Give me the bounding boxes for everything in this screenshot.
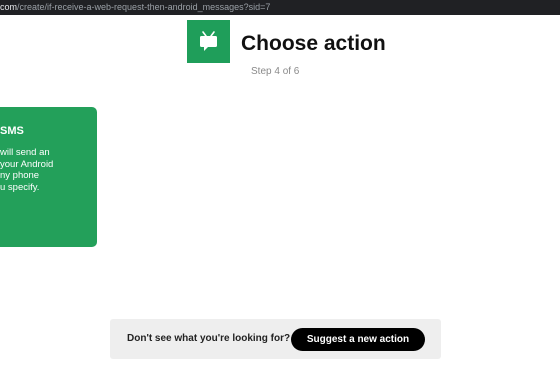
android-sms-icon [187, 20, 230, 63]
suggest-new-action-button[interactable]: Suggest a new action [291, 328, 425, 351]
card-description-line: will send an [0, 147, 50, 158]
page: com/create/if-receive-a-web-request-then… [0, 0, 560, 373]
url-path: /create/if-receive-a-web-request-then-an… [17, 2, 271, 12]
tv-message-glyph [200, 31, 217, 51]
card-description-line: your Android [0, 158, 54, 170]
action-card-sms[interactable]: SMS will send an your Android ny phone u… [0, 107, 97, 247]
url-text[interactable]: com/create/if-receive-a-web-request-then… [0, 1, 270, 13]
card-title: SMS [0, 125, 24, 137]
suggest-prompt: Don't see what you're looking for? [127, 333, 291, 344]
url-host: com [0, 2, 18, 12]
step-indicator: Step 4 of 6 [251, 66, 300, 77]
page-title: Choose action [241, 32, 386, 55]
suggest-action-panel: Don't see what you're looking for? Sugge… [110, 319, 441, 359]
browser-address-bar[interactable]: com/create/if-receive-a-web-request-then… [0, 0, 560, 15]
card-description-line: ny phone [0, 170, 40, 182]
card-description-line: u specify. [0, 181, 40, 193]
card-description: will send an your Android ny phone u spe… [0, 147, 53, 193]
